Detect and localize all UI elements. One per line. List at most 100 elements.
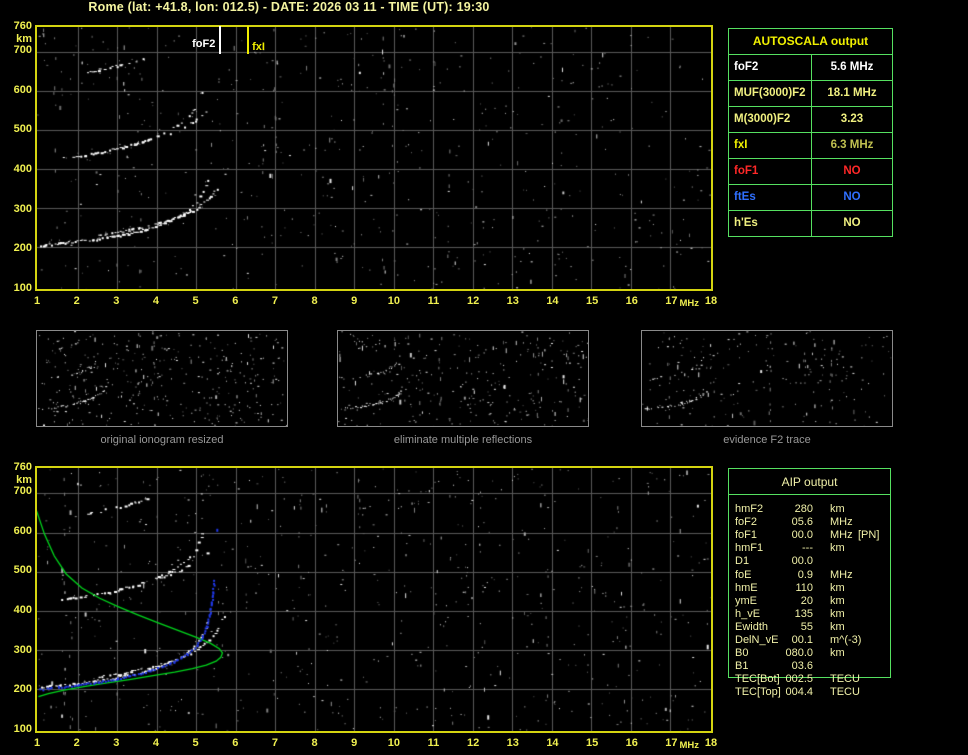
aip-row-value: 00.0 bbox=[791, 529, 813, 542]
autoscala-row-value: NO bbox=[843, 165, 861, 177]
autoscala-row-value: 6.3 MHz bbox=[830, 139, 874, 151]
thumbnail-original-frame bbox=[36, 330, 288, 427]
autoscala-row-label: ftEs bbox=[729, 185, 812, 210]
aip-row-extra: [PN] bbox=[858, 529, 880, 542]
aip-row-value: 20 bbox=[800, 594, 813, 607]
thumbnail-filtered: eliminate multiple reflections bbox=[337, 330, 589, 446]
x-axis-tick-top: 7 bbox=[271, 295, 278, 307]
x-axis-tick-top: 14 bbox=[546, 295, 559, 307]
aip-row-value: 080.0 bbox=[785, 647, 813, 660]
aip-row-unit: TECU bbox=[830, 673, 860, 686]
x-axis-tick-bottom: 1 bbox=[33, 737, 41, 749]
y-axis-tick-bottom: 300 bbox=[13, 643, 32, 656]
y-axis-tick-bottom: 760 bbox=[13, 461, 32, 473]
aip-row-value: 00.0 bbox=[791, 555, 813, 568]
x-axis-tick-top: 2 bbox=[73, 295, 80, 307]
x-axis-unit-bottom: MHz bbox=[679, 740, 699, 751]
x-axis-tick-bottom: 12 bbox=[467, 737, 480, 749]
y-axis-unit-bottom: km bbox=[16, 474, 32, 486]
y-axis-tick-top: 500 bbox=[13, 123, 32, 136]
x-axis-tick-top: 11 bbox=[427, 295, 440, 307]
x-axis-tick-top: 9 bbox=[351, 295, 358, 307]
x-axis-tick-bottom: 13 bbox=[506, 737, 519, 749]
autoscala-row-value: 5.6 MHz bbox=[830, 61, 874, 73]
aip-row-unit: km bbox=[830, 542, 845, 555]
y-axis-tick-top: 700 bbox=[13, 43, 32, 56]
x-axis-tick-top: 10 bbox=[387, 295, 400, 307]
thumbnail-f2-evidence-frame bbox=[641, 330, 893, 427]
top-ionogram-panel bbox=[35, 25, 713, 291]
x-axis-tick-top: 4 bbox=[152, 295, 159, 307]
x-axis-tick-bottom: 10 bbox=[387, 737, 400, 749]
autoscala-row-fxi: fxI 6.3 MHz bbox=[729, 133, 892, 159]
aip-row-value: 002.5 bbox=[785, 673, 813, 686]
x-axis-tick-top: 16 bbox=[625, 295, 638, 307]
x-axis-tick-top: 8 bbox=[311, 295, 318, 307]
y-axis-tick-top: 600 bbox=[13, 83, 32, 96]
aip-row-value: 00.1 bbox=[791, 634, 813, 646]
aip-row-label-b1: B1 bbox=[735, 660, 749, 673]
autoscala-row-label: M(3000)F2 bbox=[729, 107, 812, 132]
autoscala-screen: Rome (lat: +41.8, lon: 012.5) - DATE: 20… bbox=[0, 0, 968, 755]
thumbnail-original-canvas bbox=[37, 331, 287, 426]
x-axis-tick-top: 6 bbox=[232, 295, 239, 307]
thumbnail-filtered-frame bbox=[337, 330, 589, 427]
autoscala-row-value: NO bbox=[843, 191, 861, 203]
x-axis-unit-top: MHz bbox=[679, 298, 699, 309]
y-axis-tick-bottom: 200 bbox=[13, 683, 32, 696]
aip-row-unit: MHz bbox=[830, 529, 853, 542]
x-axis-tick-top: 13 bbox=[506, 295, 519, 307]
thumbnail-original: original ionogram resized bbox=[36, 330, 288, 446]
aip-row-value: 110 bbox=[795, 581, 813, 594]
aip-row-label-b0: B0 bbox=[735, 647, 749, 660]
x-axis-tick-bottom: 11 bbox=[427, 737, 440, 749]
autoscala-row-label: fxI bbox=[729, 133, 812, 158]
aip-row-unit: km bbox=[830, 503, 845, 515]
autoscala-row-muf3000f2: MUF(3000)F2 18.1 MHz bbox=[729, 81, 892, 107]
autoscala-row-value: 3.23 bbox=[840, 113, 864, 125]
x-axis-tick-bottom: 16 bbox=[625, 737, 638, 749]
autoscala-row-value: 18.1 MHz bbox=[827, 87, 877, 99]
autoscala-row-fof2: foF2 5.6 MHz bbox=[729, 55, 892, 81]
x-axis-tick-bottom: 6 bbox=[232, 737, 239, 749]
aip-row-label-d1: D1 bbox=[735, 555, 750, 568]
fxi-marker-line bbox=[247, 26, 250, 54]
aip-row-unit: km bbox=[830, 647, 845, 660]
thumbnail-filtered-canvas bbox=[338, 331, 588, 426]
aip-row-unit: m^(-3) bbox=[830, 634, 862, 646]
aip-row-value: 55 bbox=[800, 620, 813, 633]
thumbnail-f2-evidence-canvas bbox=[642, 331, 892, 426]
aip-row-label-fof1: foF1 bbox=[735, 529, 758, 542]
aip-row-label-yme: ymE bbox=[735, 594, 757, 607]
aip-row-label-hme: hmE bbox=[735, 581, 758, 594]
aip-row-value: 280 bbox=[794, 503, 813, 515]
thumbnail-f2-evidence-caption: evidence F2 trace bbox=[723, 434, 811, 446]
y-axis-tick-top: 760 bbox=[13, 20, 32, 32]
aip-row-value: 135 bbox=[794, 607, 813, 620]
autoscala-row-value: NO bbox=[843, 217, 861, 229]
autoscala-row-label: foF2 bbox=[729, 55, 812, 80]
y-axis-tick-top: 400 bbox=[13, 162, 32, 175]
thumbnail-original-caption: original ionogram resized bbox=[100, 434, 224, 446]
fof2-marker-line bbox=[219, 26, 222, 54]
aip-row-value: 0.9 bbox=[797, 568, 813, 581]
aip-row-value: --- bbox=[802, 542, 813, 555]
aip-row-value: 03.6 bbox=[791, 660, 813, 673]
y-axis-tick-top: 200 bbox=[13, 242, 32, 255]
autoscala-row-m3000f2: M(3000)F2 3.23 bbox=[729, 107, 892, 133]
top-ionogram-canvas bbox=[37, 27, 711, 289]
x-axis-tick-top: 15 bbox=[585, 295, 599, 307]
autoscala-row-label: MUF(3000)F2 bbox=[729, 81, 812, 106]
y-axis-unit-top: km bbox=[16, 33, 32, 45]
y-axis-tick-bottom: 700 bbox=[13, 484, 32, 497]
aip-row-unit: km bbox=[830, 620, 845, 633]
y-axis-tick-bottom: 100 bbox=[13, 723, 32, 736]
autoscala-row-fof1: foF1 NO bbox=[729, 159, 892, 185]
x-axis-tick-bottom: 8 bbox=[311, 737, 318, 749]
y-axis-tick-bottom: 500 bbox=[13, 564, 32, 577]
aip-row-unit: MHz bbox=[830, 516, 853, 529]
autoscala-row-ftes: ftEs NO bbox=[729, 185, 892, 211]
x-axis-tick-top: 12 bbox=[467, 295, 480, 307]
fxi-marker-label: fxI bbox=[252, 41, 265, 53]
x-axis-tick-bottom: 7 bbox=[271, 737, 278, 749]
